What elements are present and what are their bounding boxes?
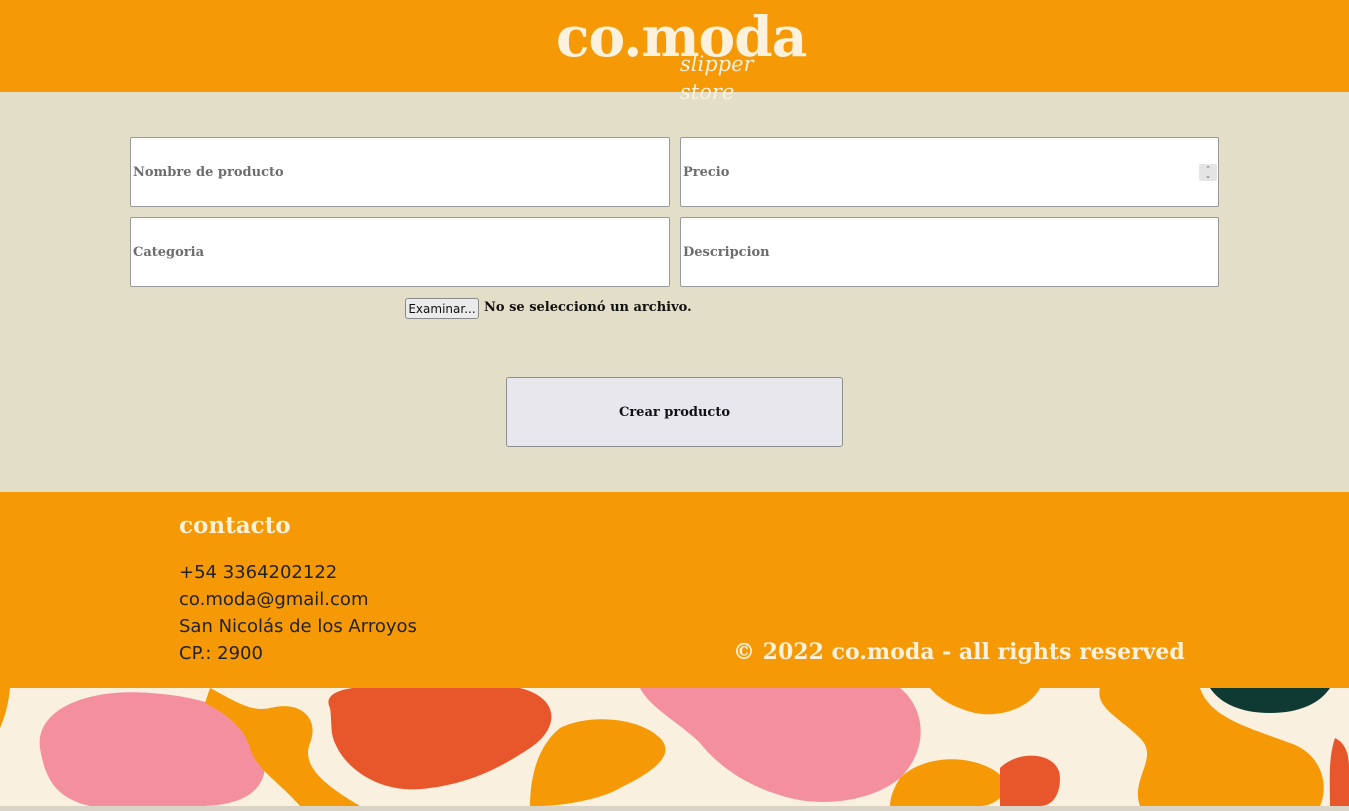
copyright-text: © 2022 co.moda - all rights reserved: [733, 639, 1185, 665]
contact-phone: +54 3364202122: [179, 562, 338, 583]
product-name-input[interactable]: [130, 137, 670, 207]
file-status-text: No se seleccionó un archivo.: [484, 300, 692, 315]
price-stepper-icon[interactable]: ⌃ ⌄: [1199, 164, 1217, 181]
contact-city: San Nicolás de los Arroyos: [179, 616, 417, 637]
site-footer: contacto +54 3364202122 co.moda@gmail.co…: [0, 492, 1349, 688]
site-header: co.moda slipper store: [0, 0, 1349, 104]
decorative-pattern: [0, 688, 1349, 806]
blob-pattern-graphic: [0, 688, 1349, 806]
contact-heading: contacto: [179, 512, 291, 539]
create-product-button[interactable]: Crear producto: [506, 377, 843, 447]
brand-logo[interactable]: co.moda slipper store: [556, 2, 807, 104]
file-browse-button[interactable]: Examinar...: [405, 298, 479, 319]
category-input[interactable]: [130, 217, 670, 287]
contact-email: co.moda@gmail.com: [179, 589, 369, 610]
bottom-strip: [0, 806, 1349, 811]
price-input[interactable]: [680, 137, 1219, 207]
contact-postal-code: CP.: 2900: [179, 643, 263, 664]
description-input[interactable]: [680, 217, 1219, 287]
logo-tagline: slipper store: [680, 52, 754, 104]
